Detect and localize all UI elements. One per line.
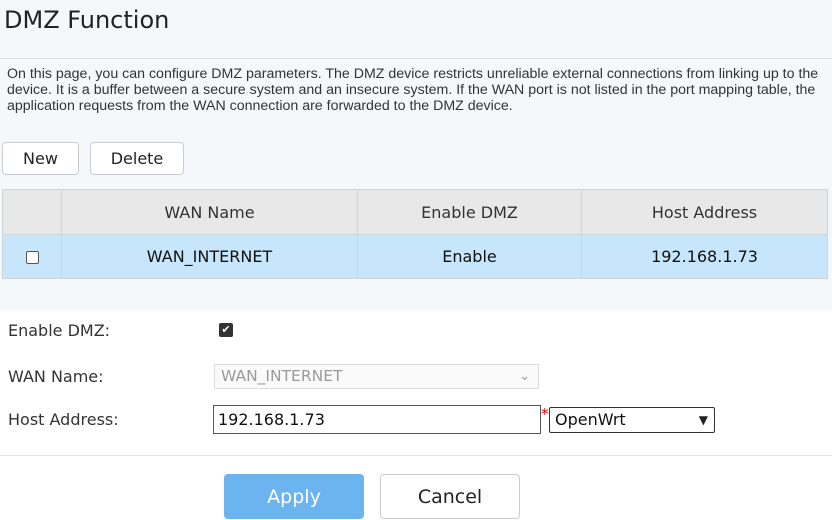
column-header-enable-dmz: Enable DMZ (357, 189, 582, 235)
cancel-button[interactable]: Cancel (380, 474, 520, 519)
host-device-select[interactable]: OpenWrt ▼ (549, 407, 715, 433)
column-header-host-address: Host Address (581, 189, 828, 235)
form-divider (0, 455, 832, 456)
chevron-down-icon: ⌄ (519, 369, 530, 384)
wan-name-label: WAN Name: (8, 367, 104, 386)
wan-name-select-value: WAN_INTERNET (221, 367, 343, 385)
delete-button[interactable]: Delete (90, 142, 184, 175)
enable-dmz-checkbox[interactable]: ✔ (219, 323, 233, 337)
page-description: On this page, you can configure DMZ para… (7, 66, 819, 114)
required-marker: * (541, 405, 549, 423)
table-header-row: WAN Name Enable DMZ Host Address (2, 189, 828, 235)
checkmark-icon: ✔ (221, 323, 231, 336)
row-select-cell (2, 234, 62, 279)
column-header-wan-name: WAN Name (61, 189, 358, 235)
host-address-cell: 192.168.1.73 (581, 234, 828, 279)
host-address-label: Host Address: (8, 410, 119, 429)
page-title: DMZ Function (4, 6, 170, 34)
table-row[interactable]: WAN_INTERNET Enable 192.168.1.73 (2, 234, 828, 279)
dmz-table: WAN Name Enable DMZ Host Address WAN_INT… (2, 189, 828, 279)
apply-button[interactable]: Apply (224, 474, 364, 519)
enable-dmz-label: Enable DMZ: (8, 321, 111, 340)
wan-name-select: WAN_INTERNET ⌄ (214, 364, 539, 389)
new-button[interactable]: New (2, 142, 79, 175)
host-address-input[interactable]: 192.168.1.73 (213, 405, 541, 434)
title-divider (0, 58, 832, 59)
column-header-select (2, 189, 62, 235)
row-checkbox[interactable] (25, 251, 39, 264)
chevron-down-icon: ▼ (698, 413, 708, 427)
wan-name-cell: WAN_INTERNET (61, 234, 358, 279)
host-device-select-value: OpenWrt (555, 410, 626, 429)
enable-dmz-cell: Enable (357, 234, 582, 279)
